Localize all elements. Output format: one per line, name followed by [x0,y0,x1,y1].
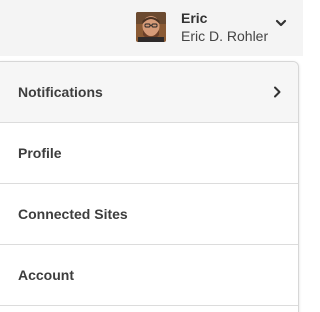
menu-item-label: Notifications [18,84,103,100]
menu-item-label: Connected Sites [18,206,128,222]
user-menu-toggle[interactable]: Eric Eric D. Rohler [134,8,300,48]
chevron-down-icon[interactable] [274,16,288,30]
user-full-name: Eric D. Rohler [181,28,269,44]
menu-item-notifications[interactable]: Notifications [0,62,298,123]
user-dropdown-menu: Notifications Profile Connected Sites Ac… [0,61,299,312]
chevron-right-icon [274,86,281,98]
menu-item-label: Account [18,267,74,283]
avatar-photo-icon [136,12,166,42]
user-first-name: Eric [181,10,208,26]
top-bar: Eric Eric D. Rohler [0,0,303,56]
menu-item-profile[interactable]: Profile [0,123,298,184]
user-avatar [136,12,166,42]
menu-item-connected-sites[interactable]: Connected Sites [0,184,298,245]
menu-item-label: Profile [18,145,62,161]
app-frame: Eric Eric D. Rohler Notifications Profil… [0,0,303,312]
menu-item-account[interactable]: Account [0,245,298,306]
